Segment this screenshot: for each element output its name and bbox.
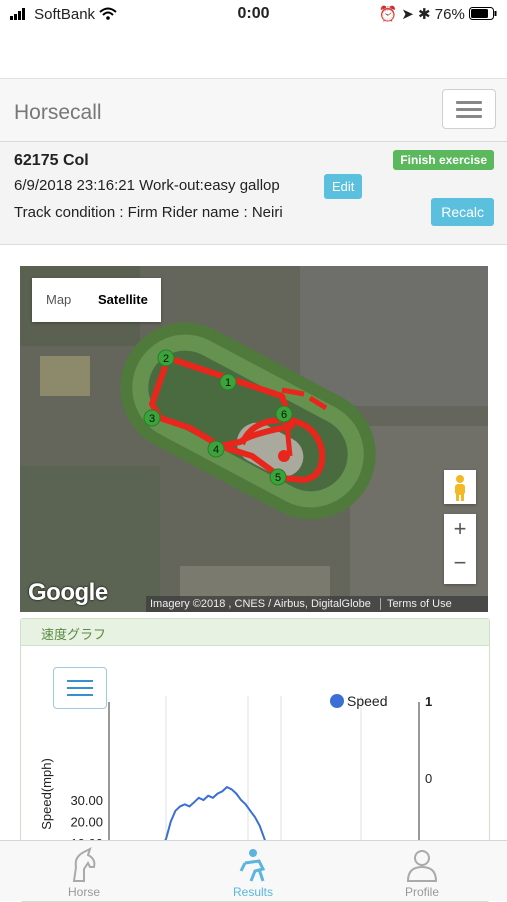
navbar: Horsecall	[0, 78, 507, 142]
svg-text:6: 6	[281, 409, 287, 421]
alarm-icon: ⏰	[378, 6, 398, 23]
workout-info-panel: 62175 Col Finish exercise 6/9/2018 23:16…	[0, 142, 507, 245]
y-axis-label: Speed(mph)	[39, 758, 54, 830]
zoom-control: + −	[444, 514, 476, 584]
legend-marker	[330, 694, 344, 708]
menu-button[interactable]	[442, 89, 496, 129]
panel-header: 速度グラフ	[21, 619, 489, 646]
google-logo: Google	[28, 579, 108, 606]
brand-title[interactable]: Horsecall	[14, 101, 102, 125]
rider-icon	[239, 849, 266, 882]
y-tick-label: 20.00	[70, 815, 103, 830]
horse-head-icon	[72, 847, 96, 882]
y2-tick-label: 1	[425, 694, 432, 709]
location-icon: ➤	[401, 6, 414, 23]
y2-tick-label: 0	[425, 771, 432, 786]
zoom-in-button[interactable]: +	[444, 516, 476, 542]
satellite-map[interactable]: 1 2 3 4 5 6 Map Satellite + − Google Ima…	[20, 266, 488, 612]
profile-icon	[406, 850, 438, 882]
workout-datetime: 6/9/2018 23:16:21 Work-out:easy gallop	[14, 177, 280, 194]
map-type-map-button[interactable]: Map	[46, 292, 71, 307]
bluetooth-icon: ✱	[418, 6, 431, 23]
svg-text:2: 2	[163, 353, 169, 365]
svg-text:1: 1	[225, 377, 231, 389]
legend-label: Speed	[347, 693, 387, 709]
edit-button[interactable]: Edit	[324, 174, 363, 199]
map-type-satellite-button[interactable]: Satellite	[98, 292, 148, 307]
tab-results[interactable]: Results	[193, 841, 313, 901]
svg-text:4: 4	[213, 444, 219, 456]
map-type-control: Map Satellite	[32, 278, 161, 322]
tab-horse[interactable]: Horse	[24, 841, 144, 901]
zoom-out-button[interactable]: −	[444, 550, 476, 576]
svg-text:3: 3	[149, 413, 155, 425]
y-tick-label: 30.00	[70, 793, 103, 808]
tab-profile[interactable]: Profile	[362, 841, 482, 901]
battery-percent: 76%	[434, 6, 465, 23]
track-rider: Track condition : Firm Rider name : Neir…	[14, 204, 283, 221]
battery-icon	[469, 6, 497, 24]
street-view-pegman-icon[interactable]	[444, 470, 476, 504]
status-right: ⏰ ➤ ✱ 76%	[378, 5, 497, 24]
map-attribution: Imagery ©2018 , CNES / Airbus, DigitalGl…	[146, 596, 488, 612]
tab-bar: Horse Results Profile	[0, 840, 507, 901]
terms-link[interactable]: Terms of Use	[379, 598, 452, 610]
menu-icon	[456, 101, 482, 104]
svg-text:5: 5	[275, 472, 281, 484]
panel-title: 速度グラフ	[41, 627, 107, 642]
status-bar: SoftBank 0:00 ⏰ ➤ ✱ 76%	[0, 0, 507, 30]
status-badge: Finish exercise	[393, 150, 494, 170]
recalc-button[interactable]: Recalc	[431, 198, 494, 226]
horse-id: 62175 Col	[14, 152, 89, 169]
